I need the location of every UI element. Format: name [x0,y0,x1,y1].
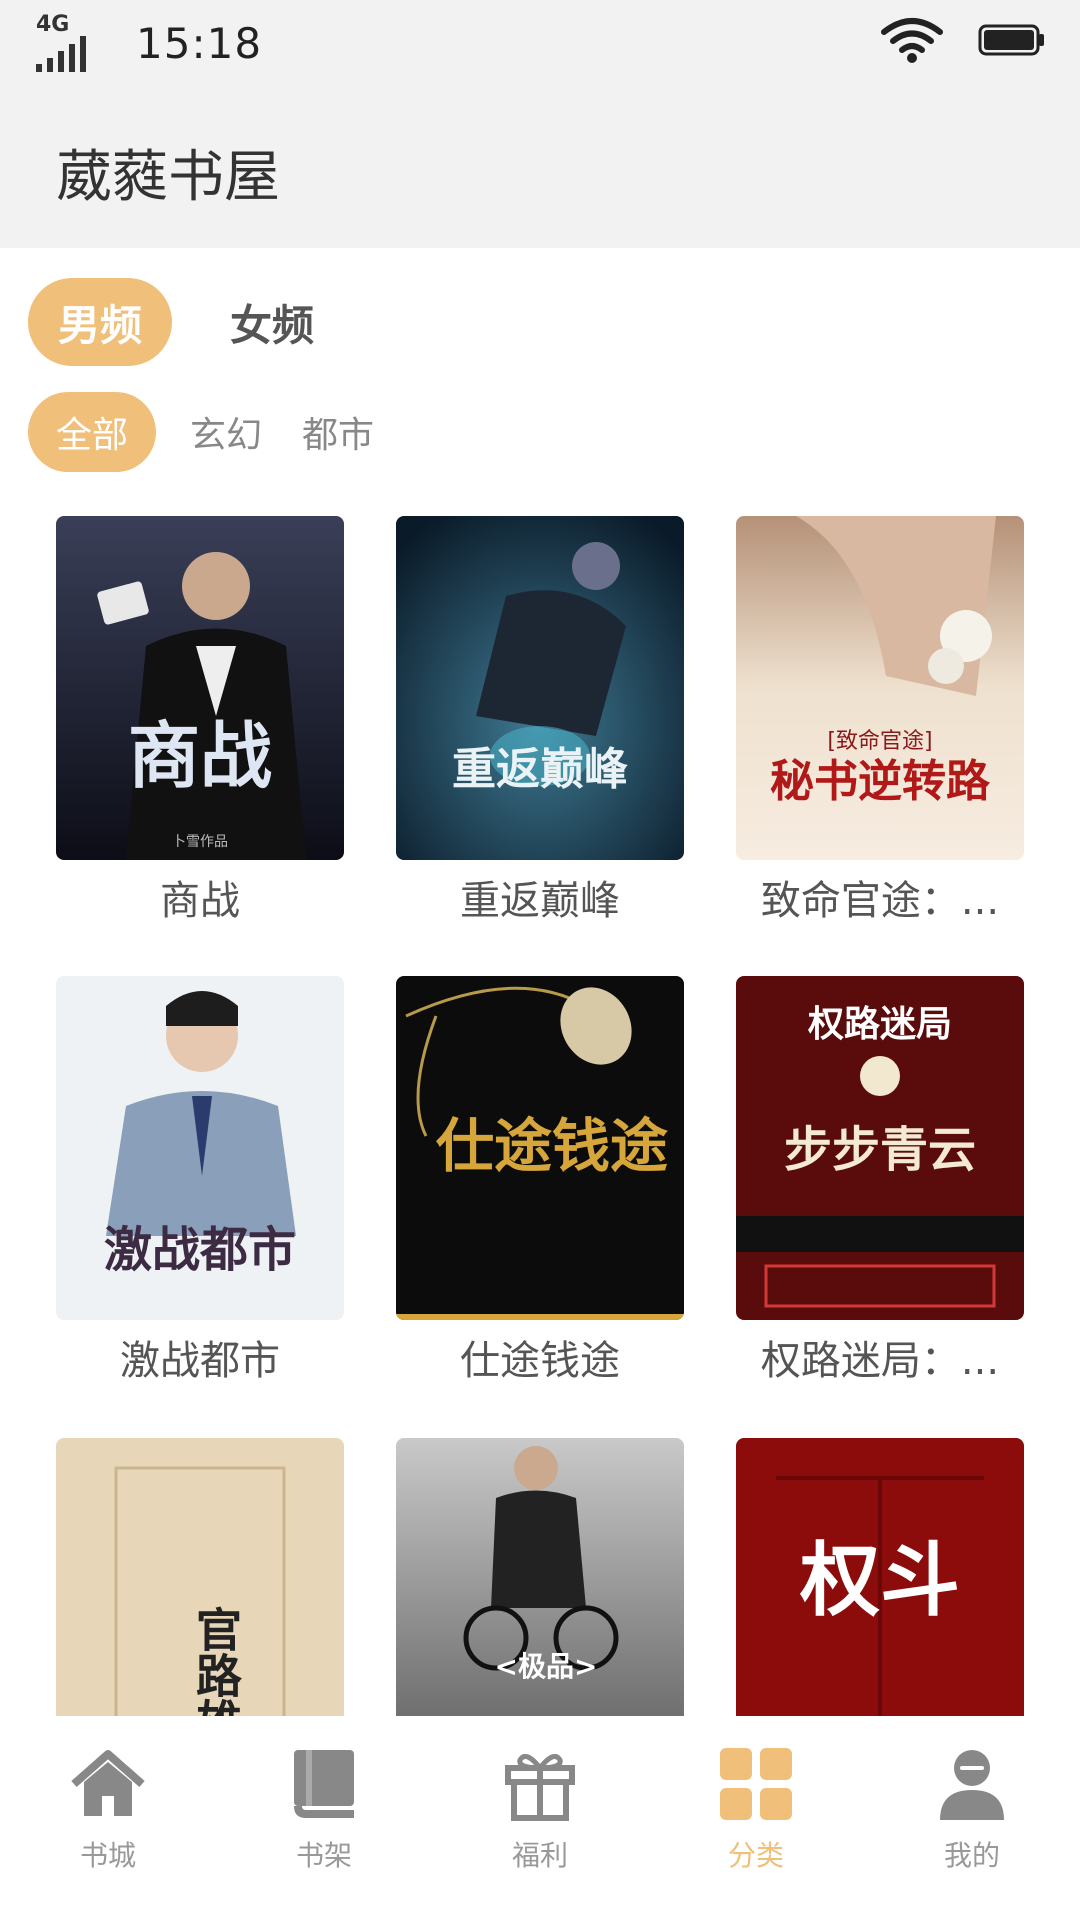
cover-title: <极品> [495,1650,598,1683]
nav-label: 我的 [943,1839,1000,1872]
nav-label: 书架 [295,1839,352,1872]
cover-subtitle: 权路迷局 [807,1004,952,1045]
gift-icon [505,1753,575,1821]
app-title: 葳蕤书屋 [56,145,280,210]
nav-label: 分类 [727,1839,784,1872]
signal-icon: 4G [36,12,96,72]
user-icon [940,1750,1004,1820]
category-grid-icon [720,1748,792,1820]
book-cover[interactable]: 官路雄才 [56,1438,344,1716]
cover-title: 步步青云 [784,1122,976,1178]
tab-male[interactable]: 男频 [28,278,172,366]
book-title[interactable]: 致命官途：... [736,868,1024,926]
nav-item-category[interactable]: 分类 [648,1736,864,1906]
book-item[interactable]: 仕途钱途 仕途钱途 [396,976,684,1386]
book-item[interactable]: 重返巅峰 重返巅峰 [396,516,684,926]
battery-icon [978,24,1044,56]
status-bar: 4G 15:18 [0,0,1080,82]
book-title[interactable]: 权路迷局：... [736,1328,1024,1386]
tab-female[interactable]: 女频 [212,278,332,366]
cover-title: 权斗 [799,1534,960,1627]
book-cover[interactable]: 商战 卜雪作品 [56,516,344,860]
cover-title: 仕途钱途 [436,1112,668,1180]
book-grid: 商战 卜雪作品 商战 重返巅峰 重返巅峰 [致命官途] 秘书逆转路 致命官途：.… [0,516,1080,1716]
book-title[interactable]: 重返巅峰 [396,868,684,926]
nav-item-bookstore[interactable]: 书城 [0,1736,216,1906]
book-title[interactable]: 激战都市 [56,1328,344,1386]
cover-title: 秘书逆转路 [770,756,991,807]
cover-author: 卜雪作品 [172,834,228,850]
category-tab-all[interactable]: 全部 [28,392,157,472]
app-header: 葳蕤书屋 [0,82,1080,248]
gender-tabs: 男频 女频 [28,278,332,366]
book-cover[interactable]: 重返巅峰 [396,516,684,860]
cover-title: 重返巅峰 [452,744,628,795]
home-icon [71,1750,145,1816]
status-left: 4G 15:18 [36,12,263,72]
nav-item-welfare[interactable]: 福利 [432,1736,648,1906]
book-title[interactable]: 仕途钱途 [396,1328,684,1386]
nav-label: 福利 [511,1839,568,1872]
book-cover[interactable]: [致命官途] 秘书逆转路 [736,516,1024,860]
book-item[interactable]: 商战 卜雪作品 商战 [56,516,344,926]
cover-title: 激战都市 [104,1222,296,1278]
bookshelf-icon [294,1750,354,1818]
category-tab-urban[interactable]: 都市 [296,392,380,472]
category-tab-fantasy[interactable]: 玄幻 [184,392,268,472]
wifi-icon [881,18,943,63]
book-cover[interactable]: <极品> [396,1438,684,1716]
nav-item-profile[interactable]: 我的 [864,1736,1080,1906]
cover-title: 官路雄才 [189,1606,243,1716]
status-time: 15:18 [136,18,263,68]
status-right [880,16,1046,64]
book-item[interactable]: 激战都市 激战都市 [56,976,344,1386]
book-item[interactable]: 官路雄才 [56,1438,344,1716]
nav-item-bookshelf[interactable]: 书架 [216,1736,432,1906]
book-item[interactable]: 权路迷局 步步青云 权路迷局：... [736,976,1024,1386]
book-item[interactable]: [致命官途] 秘书逆转路 致命官途：... [736,516,1024,926]
category-tabs: 全部 玄幻 都市 [28,392,380,472]
nav-label: 书城 [79,1839,136,1872]
bottom-nav: 书城 书架 福利 分类 我的 [0,1716,1080,1920]
book-item[interactable]: <极品> [396,1438,684,1716]
cover-title: 商战 [128,714,272,798]
book-cover[interactable]: 权斗 [736,1438,1024,1716]
book-cover[interactable]: 权路迷局 步步青云 [736,976,1024,1320]
book-cover[interactable]: 激战都市 [56,976,344,1320]
book-title[interactable]: 商战 [56,868,344,926]
book-cover[interactable]: 仕途钱途 [396,976,684,1320]
book-item[interactable]: 权斗 [736,1438,1024,1716]
cover-subtitle: [致命官途] [827,729,932,754]
